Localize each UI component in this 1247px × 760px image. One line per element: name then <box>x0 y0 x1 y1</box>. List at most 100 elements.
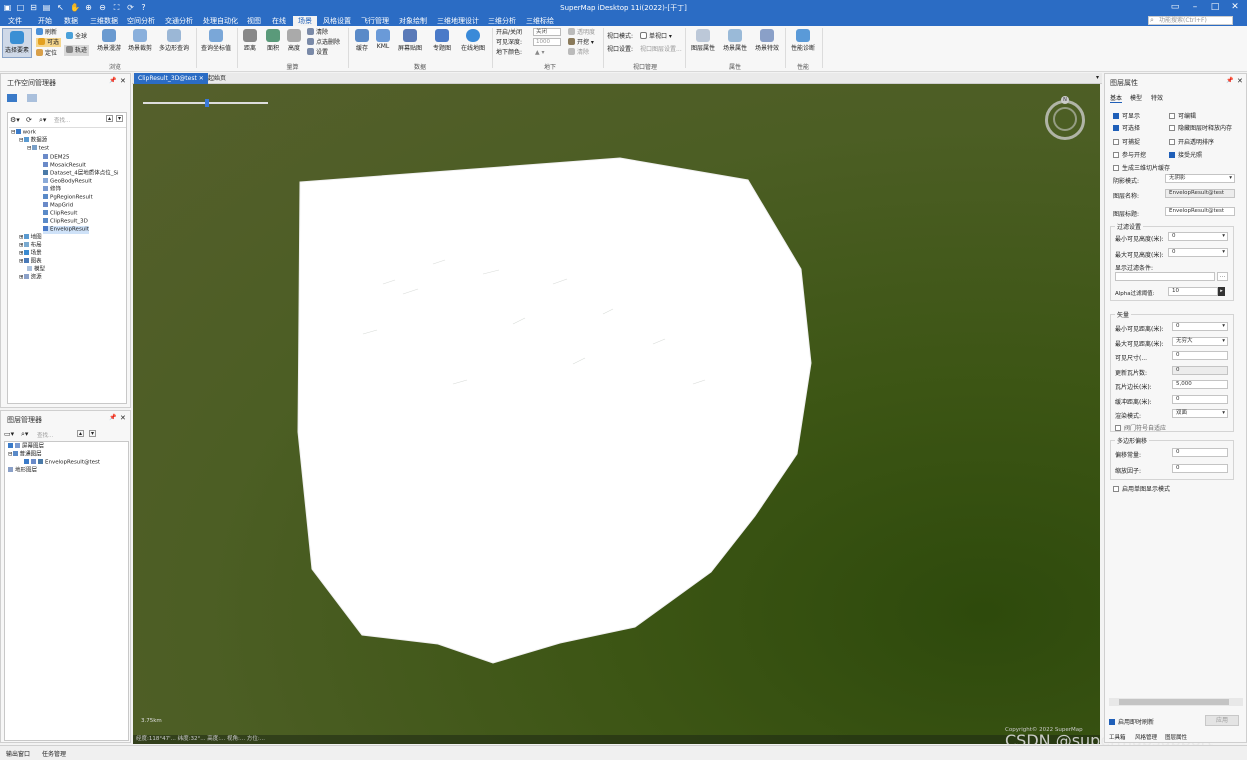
viewport-layer-settings-button[interactable]: 视口图层设置... <box>640 45 682 54</box>
tree-dataset-selected[interactable]: EnvelopResult <box>43 226 89 234</box>
filter-condition-browse-button[interactable]: … <box>1217 272 1228 281</box>
layer-properties-button[interactable]: 图层属性 <box>689 29 717 52</box>
prop-tab-effects[interactable]: 特效 <box>1151 93 1163 102</box>
move-down-icon[interactable]: ▾ <box>116 115 123 122</box>
query-coord-button[interactable]: 查询坐标值 <box>199 29 233 52</box>
valve-adaptive-check[interactable]: 阀门符号自适应 <box>1115 423 1166 432</box>
tab-scene[interactable]: 场景 <box>293 16 317 26</box>
tab-3d-analysis[interactable]: 三维分析 <box>488 16 516 26</box>
area-button[interactable]: 面积 <box>263 29 283 52</box>
min-distance-input[interactable]: 0 ▾ <box>1172 322 1228 331</box>
buffer-distance-input[interactable]: 0 <box>1172 395 1228 404</box>
thematic-map-button[interactable]: 专题图 <box>430 29 454 52</box>
move-down-icon[interactable]: ▾ <box>89 430 96 437</box>
tree-dataset[interactable]: MapGrid <box>43 202 73 210</box>
tree-options-icon[interactable]: ⚙▾ <box>10 116 20 124</box>
distance-button[interactable]: 距离 <box>240 29 260 52</box>
tree-dataset[interactable]: DEM25 <box>43 154 69 162</box>
offset-constant-input[interactable]: 0 <box>1172 448 1228 457</box>
tab-start[interactable]: 开始 <box>38 16 52 26</box>
tab-3d-data[interactable]: 三维数据 <box>90 16 118 26</box>
prop-tab-basic[interactable]: 基本 <box>1110 93 1123 103</box>
search-icon[interactable]: ⌕▾ <box>39 116 46 125</box>
apply-button[interactable]: 应用 <box>1205 715 1239 726</box>
underground-toggle-select[interactable]: 关闭 <box>533 28 561 36</box>
check-transparent-sort[interactable]: 开启透明排序 <box>1169 137 1214 146</box>
cache-button[interactable]: 缓存 <box>352 29 372 52</box>
layer-screen[interactable]: 屏幕图层 <box>8 443 44 451</box>
maximize-button[interactable]: □ <box>1206 2 1224 13</box>
tab-online[interactable]: 在线 <box>272 16 286 26</box>
visible-depth-input[interactable]: 1000 <box>533 38 561 46</box>
max-height-input[interactable]: 0 ▾ <box>1168 248 1228 257</box>
performance-diagnosis-button[interactable]: 性能诊断 <box>789 29 817 52</box>
scale-factor-input[interactable]: 0 <box>1172 464 1228 473</box>
check-editable[interactable]: 可编辑 <box>1169 111 1196 120</box>
bottom-tab-layer-props[interactable]: 图层属性 <box>1165 733 1187 741</box>
tree-workspace[interactable]: ⊟ work <box>11 129 36 137</box>
scene-properties-button[interactable]: 场景属性 <box>721 29 749 52</box>
tree-dataset[interactable]: ClipResult <box>43 210 77 218</box>
tab-view[interactable]: 视图 <box>247 16 261 26</box>
alpha-threshold-input[interactable]: 10 <box>1168 287 1218 296</box>
bottom-tab-toolbox[interactable]: 工具箱 <box>1109 733 1126 741</box>
height-button[interactable]: 高度 <box>285 29 303 52</box>
point-delete-button[interactable]: 点选删除 <box>307 38 340 47</box>
tab-3d-design[interactable]: 三维地理设计 <box>437 16 479 26</box>
layer-normal[interactable]: ⊟ 普通图层 <box>8 451 42 459</box>
check-excavation[interactable]: 参与开挖 <box>1113 150 1146 159</box>
polygon-query-button[interactable]: 多边形查询 <box>157 29 191 52</box>
tree-resources[interactable]: ⊞ 资源 <box>19 274 42 282</box>
function-search-input[interactable]: 功能搜索(Ctrl+F) <box>1148 16 1233 25</box>
layer-caption-input[interactable]: EnvelopResult@test <box>1165 207 1235 216</box>
tree-dataset[interactable]: PgRegionResult <box>43 194 93 202</box>
check-snappable[interactable]: 可捕捉 <box>1113 137 1140 146</box>
shadow-mode-select[interactable]: 无阴影 ▾ <box>1165 174 1235 183</box>
workspace-search-input[interactable]: 查找... <box>54 116 102 124</box>
tree-dataset[interactable]: 修饰 <box>43 186 61 194</box>
tree-datasource-test[interactable]: ⊟ test <box>27 145 49 153</box>
excavate-button[interactable]: 开挖 ▾ <box>568 38 594 47</box>
single-display-check[interactable]: 启用单图显示模式 <box>1113 484 1170 493</box>
check-visible[interactable]: 可显示 <box>1113 111 1140 120</box>
doc-tab-active[interactable]: ClipResult_3D@test ✕ <box>134 73 208 84</box>
viewport-mode-select[interactable]: 单视口 ▾ <box>640 32 672 41</box>
full-globe-button[interactable]: 全球 <box>66 32 87 41</box>
refresh-button[interactable]: 刷新 <box>36 28 57 37</box>
layer-options-icon[interactable]: ▭▾ <box>4 430 14 438</box>
tab-file[interactable]: 文件 <box>8 16 22 26</box>
close-button[interactable]: ✕ <box>1226 2 1244 13</box>
prop-tab-model[interactable]: 模型 <box>1130 93 1142 102</box>
scene-roam-button[interactable]: 场景漫游 <box>94 29 124 52</box>
clear-button[interactable]: 清除 <box>307 28 328 37</box>
tree-dataset[interactable]: GeoBodyResult <box>43 178 92 186</box>
screen-texture-button[interactable]: 屏幕贴图 <box>396 29 424 52</box>
layer-envelopresult[interactable]: EnvelopResult@test <box>24 459 100 467</box>
scene-effects-button[interactable]: 场景特效 <box>753 29 781 52</box>
tree-layouts[interactable]: ⊞ 布局 <box>19 242 42 250</box>
measure-settings-button[interactable]: 设置 <box>307 48 328 57</box>
pin-icon[interactable]: 📌 <box>109 77 116 84</box>
tab-list-dropdown-icon[interactable]: ▾ <box>1096 74 1099 81</box>
check-selectable[interactable]: 可选择 <box>1113 123 1140 132</box>
tab-traffic-analysis[interactable]: 交通分析 <box>165 16 193 26</box>
layer-terrain[interactable]: 地形图层 <box>8 467 37 475</box>
transparency-button[interactable]: 透明度 <box>568 28 595 37</box>
panel-close-icon[interactable]: ✕ <box>120 414 126 422</box>
refresh-tree-icon[interactable]: ⟳ <box>26 116 32 124</box>
tree-dataset[interactable]: ClipResult_3D <box>43 218 88 226</box>
underground-clear-button[interactable]: 清除 <box>568 48 589 57</box>
tab-automation[interactable]: 处理自动化 <box>203 16 238 26</box>
bottom-tab-style[interactable]: 风格管理 <box>1135 733 1157 741</box>
tab-3d-plot[interactable]: 三维标绘 <box>526 16 554 26</box>
render-mode-select[interactable]: 双面 ▾ <box>1172 409 1228 418</box>
tab-flight[interactable]: 飞行管理 <box>361 16 389 26</box>
scrollbar-thumb[interactable] <box>1119 699 1229 705</box>
move-up-icon[interactable]: ▴ <box>106 115 113 122</box>
search-icon[interactable]: ⌕▾ <box>21 430 28 439</box>
tile-edge-input[interactable]: 5,000 <box>1172 380 1228 389</box>
resource-tab-icon[interactable] <box>27 94 37 102</box>
tab-spatial-analysis[interactable]: 空间分析 <box>127 16 155 26</box>
scene-view[interactable]: N 3.75km 经度:118°47'... 纬度:32°... 高度:... … <box>133 84 1100 744</box>
tree-scenes[interactable]: ⊞ 场景 <box>19 250 42 258</box>
